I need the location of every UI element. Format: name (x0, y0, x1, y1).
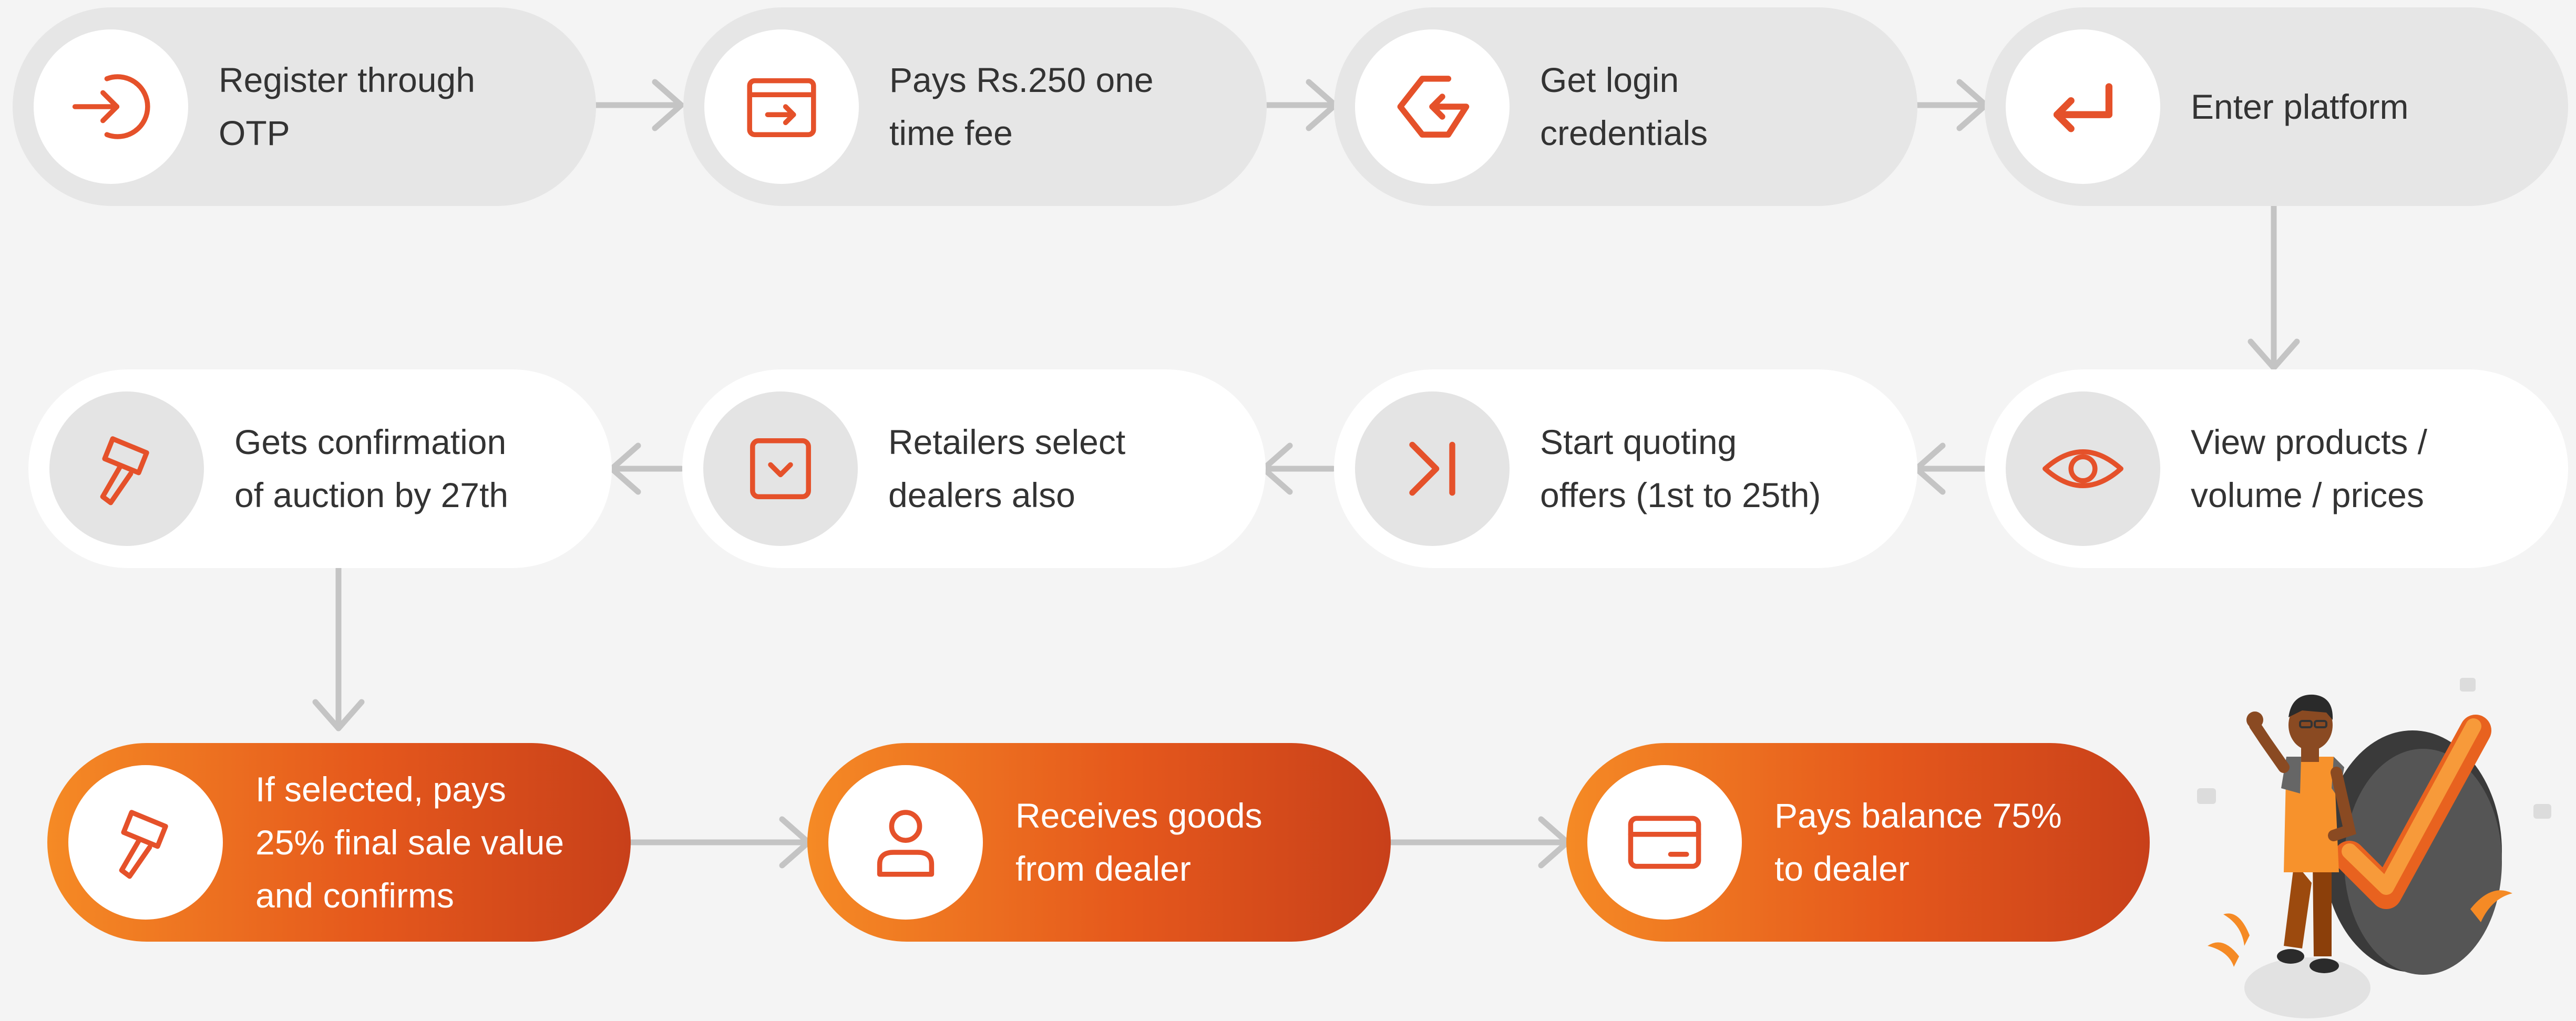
step-icon-circle (34, 29, 188, 184)
step-label-line: offers (1st to 25th) (1540, 476, 1821, 514)
step-icon-circle (704, 29, 859, 184)
step-label-line: to dealer (1774, 849, 1910, 888)
step-icon-circle (2006, 29, 2160, 184)
gavel-icon (119, 810, 168, 879)
person-with-checkmark-illustration (2197, 678, 2551, 1018)
step-icon-circle (1587, 765, 1742, 920)
step-label-line: 25% final sale value (255, 822, 565, 862)
step-retailers-select: Retailers select dealers also (682, 369, 1266, 568)
enter-return-icon (2053, 83, 2113, 132)
thumbs-up-icon (2197, 788, 2216, 804)
step-label-line: Gets confirmation (234, 422, 507, 461)
arrow-down (312, 562, 365, 731)
arrow-right (1387, 816, 1571, 869)
thumbs-up-icon (2460, 678, 2476, 692)
skip-forward-icon (1409, 441, 1455, 496)
step-view-products: View products / volume / prices (1985, 369, 2568, 568)
step-label-line: dealers also (888, 476, 1075, 514)
step-icon-circle (828, 765, 983, 920)
arrow-right (1259, 79, 1338, 131)
step-icon-circle (1355, 29, 1510, 184)
step-gets-confirmation: Gets confirmation of auction by 27th (28, 369, 612, 568)
step-label-line: Receives goods (1015, 796, 1263, 835)
step-label-line: Get login (1540, 60, 1679, 99)
floor-shadow (2244, 957, 2370, 1018)
thumbs-up-icon (2533, 804, 2551, 819)
step-enter-platform: Enter platform (1985, 7, 2568, 206)
step-label-line: Enter platform (2191, 87, 2409, 126)
arrow-left (609, 442, 684, 495)
step-label-line: Retailers select (888, 422, 1126, 461)
payment-icon (747, 78, 816, 137)
step-label-line: Pays Rs.250 one (889, 60, 1154, 99)
dropdown-box-icon (750, 438, 811, 499)
gavel-icon (100, 436, 149, 506)
step-label-line: from dealer (1015, 849, 1191, 888)
login-g-icon (1397, 76, 1470, 138)
arrow-right (627, 816, 812, 869)
step-icon-circle (68, 765, 223, 920)
step-receives-goods: Receives goods from dealer (807, 743, 1391, 942)
step-label-line: and confirms (255, 875, 454, 915)
step-label-line: of auction by 27th (234, 476, 509, 514)
user-icon (877, 810, 935, 877)
person-figure (2246, 694, 2356, 973)
sign-in-icon (72, 74, 150, 139)
step-label-line: OTP (219, 114, 290, 152)
step-label-line: Start quoting (1540, 422, 1737, 461)
step-icon-circle (49, 391, 204, 546)
eye-icon (2043, 449, 2123, 489)
arrow-right (1910, 79, 1989, 131)
step-label-line: Register through (219, 60, 475, 99)
step-login-credentials: Get login credentials (1334, 7, 1917, 206)
step-pays-balance: Pays balance 75% to dealer (1566, 743, 2150, 942)
step-start-quoting: Start quoting offers (1st to 25th) (1334, 369, 1917, 568)
step-icon-circle (1355, 391, 1510, 546)
step-label-line: volume / prices (2191, 476, 2424, 514)
step-label-line: credentials (1540, 114, 1708, 152)
credit-card-icon (1628, 816, 1701, 869)
step-icon-circle (703, 391, 858, 546)
step-pays-25-percent: If selected, pays 25% final sale value and… (47, 743, 631, 942)
step-register-otp: Register through OTP (13, 7, 596, 206)
arrow-left (1260, 442, 1336, 495)
splash-left (2208, 942, 2239, 967)
step-label-line: View products / (2191, 422, 2428, 461)
step-icon-circle (2006, 391, 2160, 546)
step-label-line: If selected, pays (255, 769, 506, 809)
step-pays-fee: Pays Rs.250 one time fee (683, 7, 1267, 206)
arrow-right (592, 79, 684, 131)
step-label-line: time fee (889, 114, 1013, 152)
arrow-left (1913, 442, 1989, 495)
step-label-line: Pays balance 75% (1774, 796, 2062, 835)
arrow-down (2247, 201, 2300, 371)
